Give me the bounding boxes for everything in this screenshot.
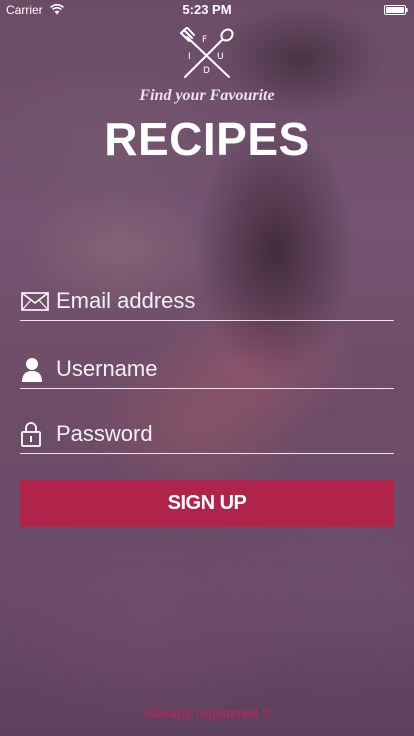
already-registered-link[interactable]: Already registered ? <box>0 705 414 721</box>
lock-icon <box>21 422 41 447</box>
app-logo: F I U D <box>177 26 237 81</box>
email-field-row <box>20 284 394 321</box>
logo-letter-d: D <box>203 66 210 76</box>
logo-letter-f: F <box>202 35 208 45</box>
sign-up-button[interactable]: SIGN UP <box>20 480 394 527</box>
email-input[interactable] <box>56 284 386 318</box>
logo-letter-i: I <box>188 52 191 62</box>
password-field-row <box>20 417 394 454</box>
page-title: RECIPES <box>104 113 310 165</box>
username-field-row <box>20 352 394 389</box>
envelope-icon <box>21 292 49 311</box>
status-time: 5:23 PM <box>182 2 232 17</box>
password-input[interactable] <box>56 417 386 451</box>
user-icon <box>22 358 42 382</box>
battery-icon <box>384 5 408 15</box>
status-bar: Carrier 5:23 PM <box>0 0 414 20</box>
logo-letter-u: U <box>217 52 224 62</box>
tagline: Find your Favourite <box>139 87 275 104</box>
username-input[interactable] <box>56 352 386 386</box>
